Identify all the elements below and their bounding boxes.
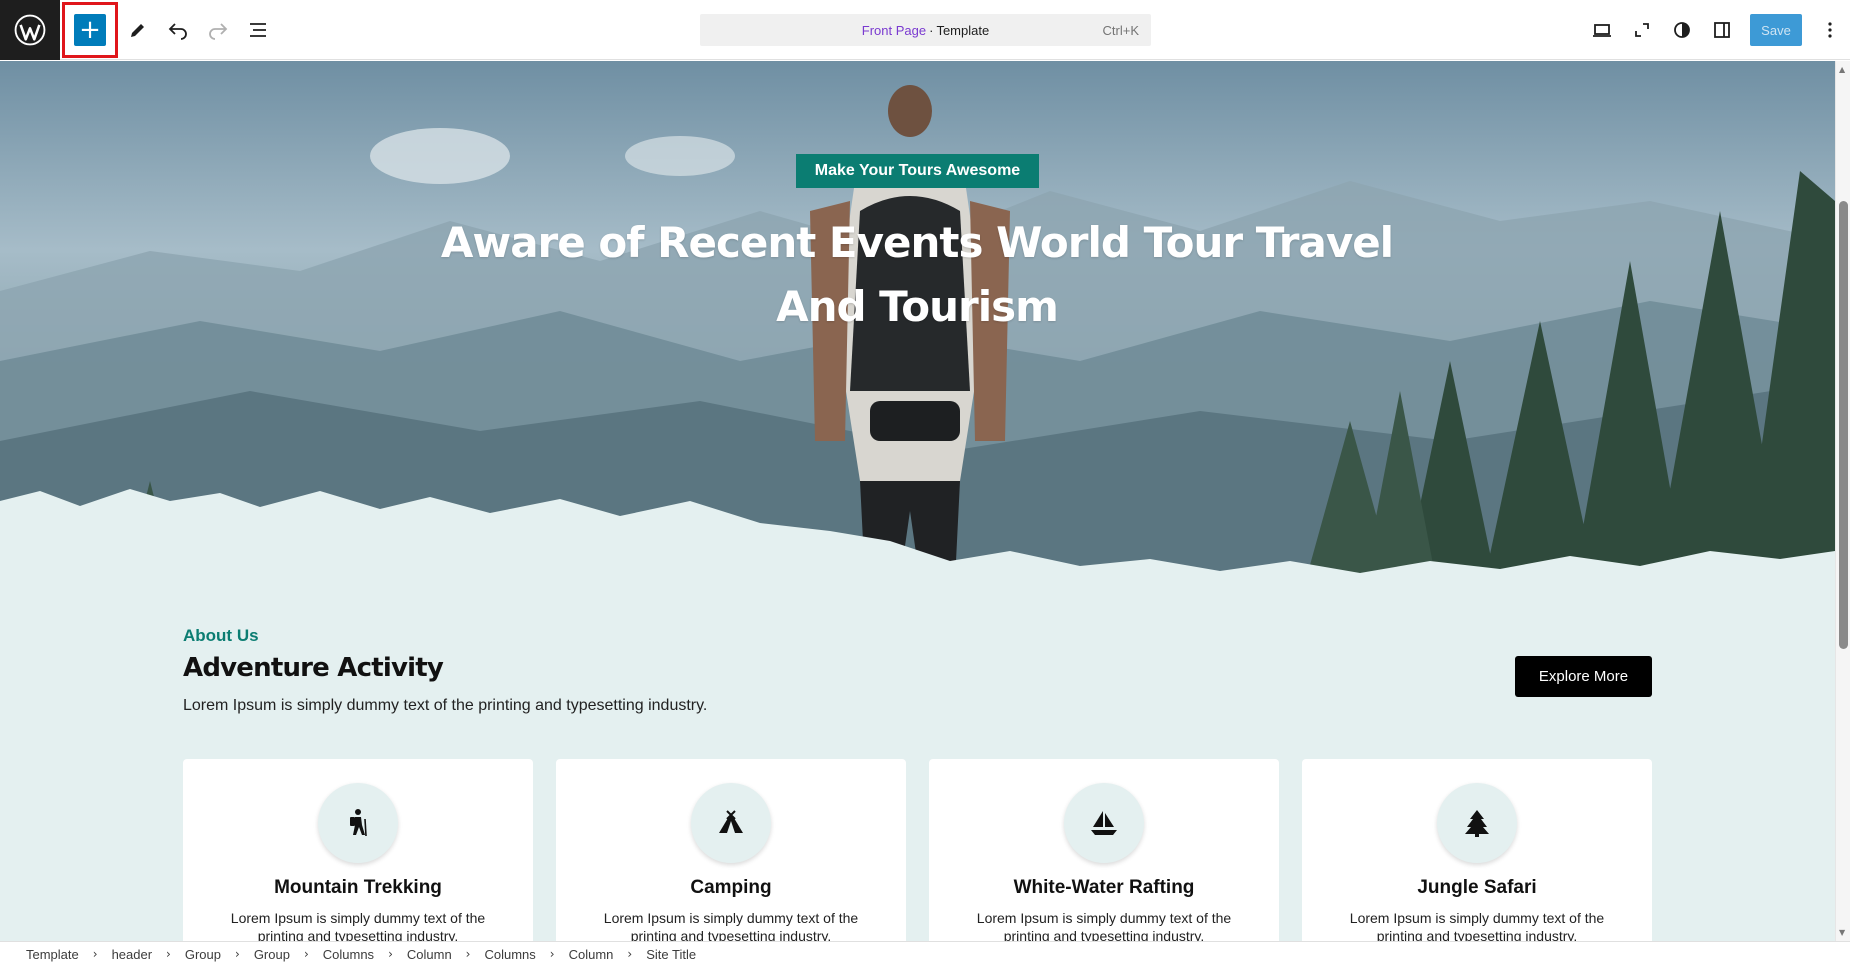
card-title: White-Water Rafting (1013, 877, 1195, 898)
toolbar-left: + (0, 0, 278, 60)
chevron-right-icon: › (303, 947, 309, 961)
add-block-highlight: + (62, 1, 118, 58)
tree-icon (1437, 783, 1517, 863)
card-description: Lorem Ipsum is simply dummy text of the … (1349, 910, 1605, 941)
breadcrumb-item[interactable]: Group (185, 947, 221, 962)
card-description: Lorem Ipsum is simply dummy text of the … (603, 910, 859, 941)
tent-icon (691, 783, 771, 863)
hero-title[interactable]: Aware of Recent Events World Tour Travel… (417, 211, 1417, 339)
scroll-up-arrow-icon[interactable]: ▲ (1839, 65, 1848, 74)
activity-card[interactable]: White-Water Rafting Lorem Ipsum is simpl… (929, 759, 1279, 941)
breadcrumb-item[interactable]: Columns (484, 947, 535, 962)
save-button[interactable]: Save (1750, 14, 1802, 46)
editor-canvas[interactable]: Make Your Tours Awesome Aware of Recent … (0, 61, 1835, 941)
breadcrumb-item[interactable]: Column (569, 947, 614, 962)
undo-icon[interactable] (158, 10, 198, 50)
card-title: Jungle Safari (1417, 877, 1537, 898)
chevron-right-icon: › (92, 947, 98, 961)
redo-icon[interactable] (198, 10, 238, 50)
block-breadcrumb: Template › header › Group › Group › Colu… (0, 941, 1850, 966)
breadcrumb-item[interactable]: Site Title (646, 947, 696, 962)
activity-card[interactable]: Jungle Safari Lorem Ipsum is simply dumm… (1302, 759, 1652, 941)
about-description[interactable]: Lorem Ipsum is simply dummy text of the … (183, 697, 707, 715)
styles-contrast-icon[interactable] (1662, 10, 1702, 50)
card-title: Camping (690, 877, 772, 898)
hiking-icon (318, 783, 398, 863)
document-type: Template (936, 22, 990, 38)
scroll-down-arrow-icon[interactable]: ▼ (1839, 928, 1848, 937)
document-name: Front Page (861, 22, 927, 38)
about-label[interactable]: About Us (183, 626, 259, 646)
settings-sidebar-icon[interactable] (1702, 10, 1742, 50)
chevron-right-icon: › (235, 947, 240, 961)
document-bar[interactable]: Front Page · Template Ctrl+K (700, 14, 1151, 46)
about-title[interactable]: Adventure Activity (183, 653, 444, 683)
card-description: Lorem Ipsum is simply dummy text of the … (976, 910, 1232, 941)
device-preview-icon[interactable] (1582, 10, 1622, 50)
breadcrumb-item[interactable]: Columns (323, 947, 374, 962)
hero-badge[interactable]: Make Your Tours Awesome (796, 154, 1039, 188)
toolbar-right: Save (1582, 0, 1850, 60)
fullscreen-icon[interactable] (1622, 10, 1662, 50)
canvas-scrollbar[interactable]: ▲ ▼ (1835, 61, 1850, 941)
chevron-right-icon: › (465, 947, 471, 961)
card-title: Mountain Trekking (274, 877, 442, 898)
activity-card[interactable]: Camping Lorem Ipsum is simply dummy text… (556, 759, 906, 941)
editor-toolbar: + Front Page · Template Ctrl+K Save (0, 0, 1850, 60)
explore-more-button[interactable]: Explore More (1515, 656, 1652, 697)
chevron-right-icon: › (166, 947, 171, 961)
chevron-right-icon: › (627, 947, 633, 961)
sailboat-icon (1064, 783, 1144, 863)
breadcrumb-item[interactable]: Column (407, 947, 452, 962)
breadcrumb-item[interactable]: header (112, 947, 152, 962)
activity-card[interactable]: Mountain Trekking Lorem Ipsum is simply … (183, 759, 533, 941)
breadcrumb-item[interactable]: Group (254, 947, 290, 962)
add-block-button[interactable]: + (74, 13, 106, 46)
options-more-icon[interactable] (1810, 10, 1850, 50)
document-separator: · (929, 22, 934, 38)
wordpress-logo-icon[interactable] (0, 0, 60, 60)
tools-pencil-icon[interactable] (118, 10, 158, 50)
chevron-right-icon: › (549, 947, 555, 961)
card-description: Lorem Ipsum is simply dummy text of the … (230, 910, 486, 941)
activity-cards: Mountain Trekking Lorem Ipsum is simply … (183, 759, 1653, 941)
breadcrumb-item[interactable]: Template (26, 947, 79, 962)
hero-section[interactable]: Make Your Tours Awesome Aware of Recent … (0, 61, 1835, 601)
document-overview-icon[interactable] (238, 10, 278, 50)
command-shortcut: Ctrl+K (1102, 22, 1139, 38)
scrollbar-thumb[interactable] (1839, 201, 1848, 649)
chevron-right-icon: › (388, 947, 393, 961)
